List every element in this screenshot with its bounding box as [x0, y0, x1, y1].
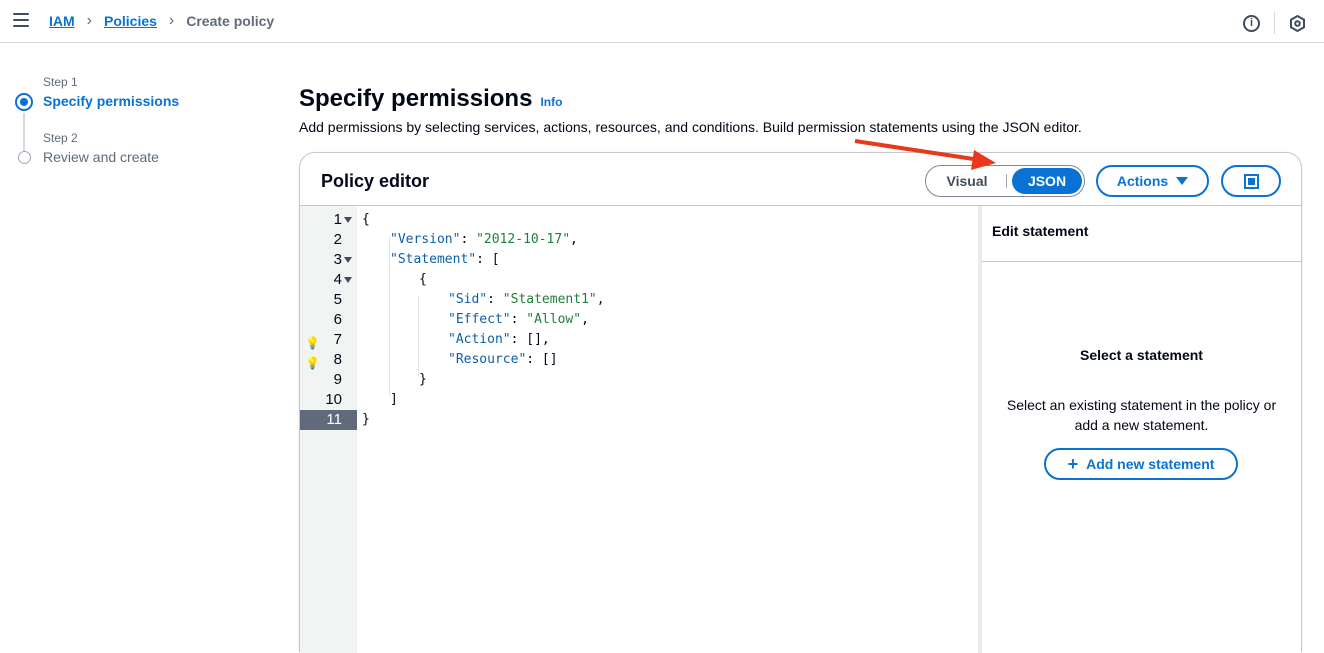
line-number: 7 — [333, 331, 342, 348]
code-editor[interactable]: 1 { 2 "Version": "2012-10-17", 3 "Statem… — [300, 206, 978, 653]
panel-header: Policy editor Visual JSON Actions — [300, 153, 1301, 206]
line-number: 9 — [333, 371, 342, 388]
step-1-title[interactable]: Specify permissions — [43, 93, 179, 109]
info-link[interactable]: Info — [540, 95, 562, 109]
line-number: 8 — [333, 351, 342, 368]
code-line: 5 "Sid": "Statement1", — [300, 290, 977, 310]
settings-hex-icon[interactable] — [1289, 14, 1306, 32]
code-text: } — [362, 412, 370, 427]
policy-editor-panel: Policy editor Visual JSON Actions 1 {2 … — [299, 152, 1302, 653]
code-text: { — [419, 272, 427, 287]
code-line: 💡 7 "Action": [], — [300, 330, 977, 350]
fold-icon[interactable] — [344, 217, 352, 223]
line-number: 5 — [333, 291, 342, 308]
code-line: 9 } — [300, 370, 977, 390]
fold-icon[interactable] — [344, 277, 352, 283]
page-title: Specify permissions — [299, 85, 533, 112]
code-text: { — [362, 212, 370, 227]
actions-dropdown-button[interactable]: Actions — [1096, 165, 1209, 197]
side-title: Select a statement — [1080, 347, 1203, 363]
wizard-steps: Step 1 Specify permissions Step 2 Review… — [0, 43, 260, 634]
mode-visual-button[interactable]: Visual — [928, 168, 1006, 194]
top-navigation: IAM › Policies › Create policy i — [0, 0, 1324, 43]
code-line-active: 11 } — [300, 410, 977, 430]
breadcrumb-policies[interactable]: Policies — [104, 13, 157, 29]
add-button-label: Add new statement — [1086, 456, 1215, 472]
code-text: "Sid": "Statement1", — [448, 292, 605, 307]
menu-icon[interactable] — [13, 13, 29, 27]
code-text: ] — [390, 392, 398, 407]
code-text: } — [419, 372, 427, 387]
page-description: Add permissions by selecting services, a… — [299, 119, 1082, 135]
line-number: 6 — [333, 311, 342, 328]
edit-statement-panel: Edit statement Select a statement Select… — [982, 206, 1301, 653]
editor-mode-toggle: Visual JSON — [925, 165, 1085, 197]
breadcrumb: IAM › Policies › Create policy — [49, 12, 275, 30]
segment-divider — [1006, 174, 1007, 188]
page-title-row: Specify permissions Info — [299, 85, 562, 113]
add-new-statement-button[interactable]: + Add new statement — [1044, 448, 1238, 480]
caret-down-icon — [1176, 177, 1189, 185]
code-line: 4 { — [300, 270, 977, 290]
code-text: "Statement": [ — [390, 252, 500, 267]
breadcrumb-current: Create policy — [186, 13, 275, 29]
code-text: "Action": [], — [448, 332, 550, 347]
main-content: Specify permissions Info Add permissions… — [260, 43, 1324, 653]
fullscreen-icon — [1243, 173, 1259, 189]
side-description: Select an existing statement in the poli… — [1006, 397, 1277, 433]
code-line: 6 "Effect": "Allow", — [300, 310, 977, 330]
code-line: 3 "Statement": [ — [300, 250, 977, 270]
mode-json-button[interactable]: JSON — [1012, 168, 1082, 194]
step-inactive-icon — [18, 151, 31, 164]
line-number: 2 — [333, 231, 342, 248]
fold-icon[interactable] — [344, 257, 352, 263]
step-active-icon — [15, 93, 33, 111]
code-line: 10 ] — [300, 390, 977, 410]
code-line: 1 { — [300, 210, 977, 230]
chevron-right-icon: › — [86, 12, 92, 29]
panel-title: Policy editor — [321, 171, 430, 191]
code-text: "Effect": "Allow", — [448, 312, 589, 327]
chevron-right-icon: › — [168, 12, 175, 29]
code-line: 2 "Version": "2012-10-17", — [300, 230, 977, 250]
info-icon[interactable]: i — [1243, 14, 1260, 32]
code-line: 💡 8 "Resource": [] — [300, 350, 977, 370]
plus-icon: + — [1067, 454, 1079, 474]
step-connector — [23, 113, 25, 151]
side-header: Edit statement — [982, 206, 1301, 262]
code-text: "Resource": [] — [448, 352, 558, 367]
actions-label: Actions — [1116, 173, 1169, 189]
step-1-label: Step 1 — [43, 75, 78, 89]
line-number: 11 — [326, 411, 342, 428]
code-text: "Version": "2012-10-17", — [390, 232, 578, 247]
fullscreen-button[interactable] — [1221, 165, 1281, 197]
step-2-label: Step 2 — [43, 131, 78, 145]
line-number: 10 — [325, 391, 342, 408]
divider — [1274, 12, 1275, 34]
breadcrumb-iam[interactable]: IAM — [49, 13, 75, 29]
step-2-title: Review and create — [43, 149, 159, 165]
